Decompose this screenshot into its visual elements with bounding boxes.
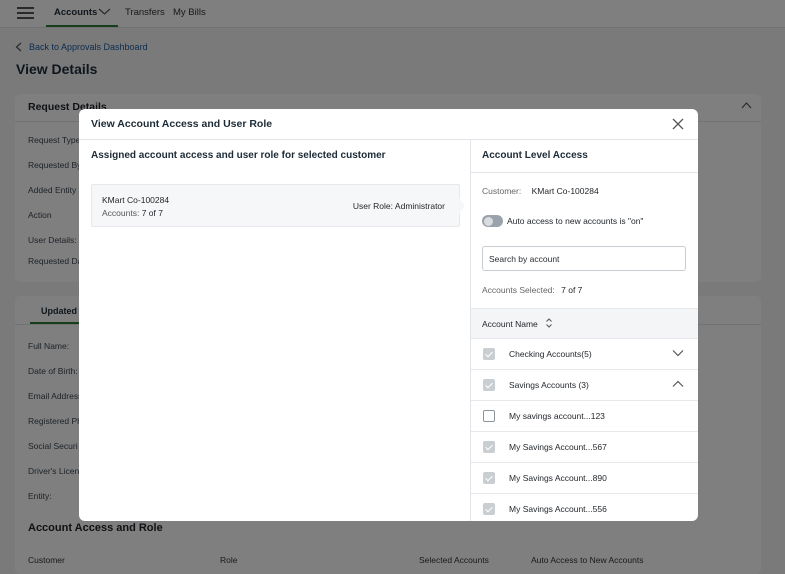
account-group-row[interactable]: Savings Accounts (3) (471, 370, 698, 401)
sort-icon[interactable] (545, 317, 553, 329)
search-input[interactable] (482, 246, 686, 271)
customer-accounts: Accounts: 7 of 7 (102, 208, 163, 218)
chevron-down-icon[interactable] (672, 349, 684, 357)
accounts-selected-value: 7 of 7 (561, 285, 583, 295)
auto-access-label: Auto access to new accounts is "on" (507, 216, 644, 226)
auto-access-toggle[interactable] (482, 215, 503, 227)
left-panel-heading: Assigned account access and user role fo… (91, 150, 386, 161)
row-label: My Savings Account...567 (509, 442, 607, 452)
account-row[interactable]: My Savings Account...556 (471, 494, 698, 521)
user-role-value: Administrator (394, 201, 445, 211)
row-label: My Savings Account...556 (509, 504, 607, 514)
row-label: My Savings Account...890 (509, 473, 607, 483)
user-role-label: User Role: (352, 201, 394, 211)
row-label: Savings Accounts (3) (509, 380, 589, 390)
column-header-account-name[interactable]: Account Name (482, 319, 538, 329)
row-label: My savings account...123 (509, 411, 605, 421)
accounts-selected: Accounts Selected: 7 of 7 (482, 285, 582, 295)
divider (79, 139, 698, 140)
accounts-selected-label: Accounts Selected: (482, 285, 555, 295)
checkbox[interactable] (483, 348, 495, 360)
account-row[interactable]: My savings account...123 (471, 401, 698, 432)
accounts-label: Accounts: (102, 208, 140, 218)
checkbox[interactable] (483, 503, 495, 515)
divider (471, 172, 698, 173)
row-label: Checking Accounts(5) (509, 349, 592, 359)
accounts-value: 7 of 7 (141, 208, 163, 218)
user-role: User Role: Administrator (353, 201, 445, 211)
customer-label: Customer: (482, 186, 522, 196)
right-panel-heading: Account Level Access (482, 150, 588, 161)
customer-card[interactable]: KMart Co-100284 Accounts: 7 of 7 User Ro… (91, 184, 460, 227)
customer-value: KMart Co-100284 (531, 186, 599, 196)
checkbox[interactable] (483, 441, 495, 453)
close-icon[interactable] (671, 117, 685, 131)
checkbox[interactable] (483, 472, 495, 484)
account-row[interactable]: My Savings Account...567 (471, 432, 698, 463)
table-header: Account Name (471, 308, 698, 339)
account-row[interactable]: My Savings Account...890 (471, 463, 698, 494)
checkbox[interactable] (483, 410, 495, 422)
checkbox[interactable] (483, 379, 495, 391)
customer-info: Customer: KMart Co-100284 (482, 186, 599, 196)
customer-name: KMart Co-100284 (102, 195, 170, 205)
chevron-up-icon[interactable] (672, 380, 684, 388)
modal-title: View Account Access and User Role (91, 118, 273, 130)
account-access-modal: View Account Access and User Role Assign… (79, 109, 698, 521)
selected-pointer (459, 198, 465, 214)
account-group-row[interactable]: Checking Accounts(5) (471, 339, 698, 370)
